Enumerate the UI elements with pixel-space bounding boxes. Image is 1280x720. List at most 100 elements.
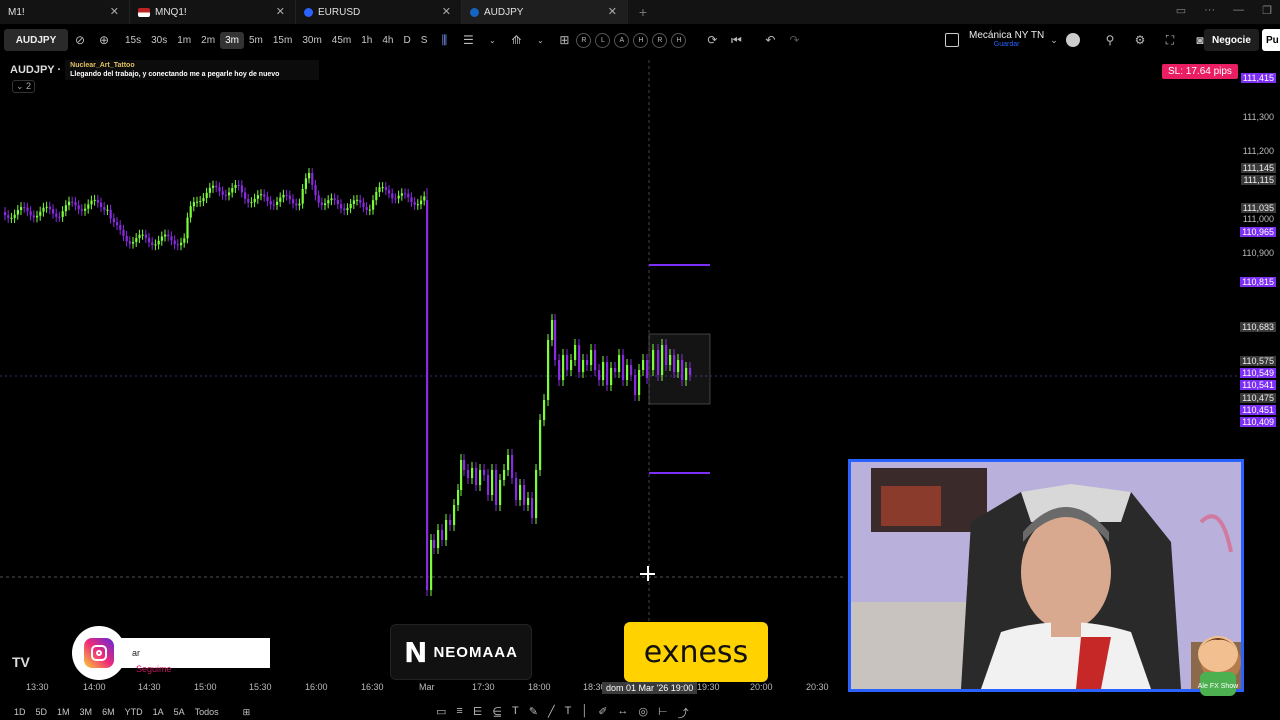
candle-body [215,185,218,188]
candle-body [475,468,478,485]
tab-mnq1[interactable]: MNQ1! ✕ [130,0,296,24]
fib-tool-icon[interactable]: ⋸ [492,705,502,720]
search-icon[interactable]: ⚲ [1098,29,1122,51]
calendar-icon[interactable]: ⊞ [243,707,251,718]
line-tool-icon[interactable]: ╱ [548,705,555,720]
vertical-line-icon[interactable]: │ [581,705,588,720]
close-icon[interactable]: ✕ [110,5,119,18]
gear-icon[interactable]: ⚙ [1128,29,1152,51]
candle-body [224,194,227,196]
measure-icon[interactable]: ⊢ [658,705,668,720]
candle-body [205,192,208,199]
symbol-search-button[interactable]: AUDJPY [4,29,68,51]
pen-tool-icon[interactable]: ✐ [598,705,607,720]
layout-grid-icon[interactable]: ⊞ [552,29,576,51]
monitor-icon[interactable]: ▭ [1176,4,1186,17]
checkbox-icon[interactable] [945,33,959,47]
interval-30s[interactable]: 30s [146,32,172,49]
candle-body [320,202,323,206]
replay-icon[interactable]: ⏮ [724,29,748,51]
target-icon[interactable]: ◎ [638,705,648,720]
range-1m[interactable]: 1M [57,707,70,717]
tab-audjpy[interactable]: AUDJPY ✕ [462,0,628,24]
alert-icon[interactable]: ⟳ [700,29,724,51]
candle-body [547,340,550,400]
text-tool-icon[interactable]: T [512,705,519,720]
candle-body [272,204,275,206]
chevron-down-icon[interactable]: ⌄ [1050,35,1058,46]
candle-body [4,212,7,216]
lines-tool-icon[interactable]: ≡ [456,705,462,720]
legend-collapse-button[interactable]: ⌄ 2 [12,80,36,93]
close-icon[interactable]: ✕ [276,5,285,18]
replay-button-3[interactable]: H [633,32,649,48]
layout-selector[interactable]: Mecánica NY TN Guardar ⌄ [945,28,1080,52]
undo-icon[interactable]: ↶ [758,29,782,51]
interval-2m[interactable]: 2m [196,32,220,49]
replay-button-4[interactable]: R [652,32,668,48]
bar-style-icon[interactable]: ☰ [456,29,480,51]
candle-body [26,207,29,212]
replay-button-0[interactable]: R [576,32,592,48]
add-symbol-icon[interactable]: ⊕ [92,29,116,51]
redo-icon[interactable]: ↷ [782,29,806,51]
indicators-icon[interactable]: ⟰ [504,29,528,51]
user-avatar-icon[interactable] [1065,33,1080,47]
close-icon[interactable]: ✕ [608,5,617,18]
horizontal-line-icon[interactable]: ↔ [617,705,628,720]
candle-body [669,355,672,365]
range-6m[interactable]: 6M [102,707,115,717]
time-label: 17:30 [472,682,495,692]
replay-button-5[interactable]: H [671,32,687,48]
range-todos[interactable]: Todos [195,707,219,717]
candle-body [180,242,183,246]
tab-eurusd[interactable]: EURUSD ✕ [296,0,462,24]
tab-m1[interactable]: M1! ✕ [0,0,130,24]
range-ytd[interactable]: YTD [125,707,143,717]
range-3m[interactable]: 3M [80,707,93,717]
interval-S[interactable]: S [416,32,433,49]
interval-4h[interactable]: 4h [377,32,398,49]
replay-button-1[interactable]: L [595,32,611,48]
candle-body [539,420,542,470]
candle-body [391,193,394,199]
aud-flag-icon [470,7,479,17]
time-label: 16:30 [361,682,384,692]
close-icon[interactable]: ✕ [442,5,451,18]
candle-type-icon[interactable]: ⫼ [432,29,456,51]
interval-5m[interactable]: 5m [244,32,268,49]
new-tab-button[interactable]: + [628,0,658,24]
price-label: 110,900 [1242,248,1274,258]
interval-45m[interactable]: 45m [327,32,356,49]
interval-15m[interactable]: 15m [268,32,297,49]
chevron-down-icon[interactable]: ⌄ [528,29,552,51]
brush-tool-icon[interactable]: ✎ [529,705,538,720]
compare-icon[interactable]: ⊘ [68,29,92,51]
candle-body [68,201,71,206]
rectangle-tool-icon[interactable]: ▭ [436,705,446,720]
chevron-down-icon[interactable]: ⌄ [480,29,504,51]
text-tool-icon[interactable]: T [565,705,572,720]
interval-15s[interactable]: 15s [120,32,146,49]
channel-tool-icon[interactable]: ⋿ [473,705,483,720]
interval-30m[interactable]: 30m [297,32,326,49]
interval-1m[interactable]: 1m [172,32,196,49]
range-1d[interactable]: 1D [14,707,26,717]
fullscreen-icon[interactable]: ⛶ [1158,29,1182,51]
range-5d[interactable]: 5D [36,707,48,717]
interval-3m[interactable]: 3m [220,31,244,49]
range-1a[interactable]: 1A [153,707,164,717]
candle-body [228,192,231,196]
more-icon[interactable]: ··· [1204,4,1215,17]
interval-1h[interactable]: 1h [356,32,377,49]
candle-body [132,241,135,244]
range-5a[interactable]: 5A [174,707,185,717]
replay-button-2[interactable]: A [614,32,630,48]
candle-body [519,485,522,500]
candle-body [125,235,128,242]
save-link[interactable]: Guardar [994,40,1020,49]
time-label: 16:00 [305,682,328,692]
price-label: 110,549 [1240,368,1276,378]
interval-D[interactable]: D [398,32,415,49]
trend-icon[interactable]: ⤴ [678,705,689,720]
